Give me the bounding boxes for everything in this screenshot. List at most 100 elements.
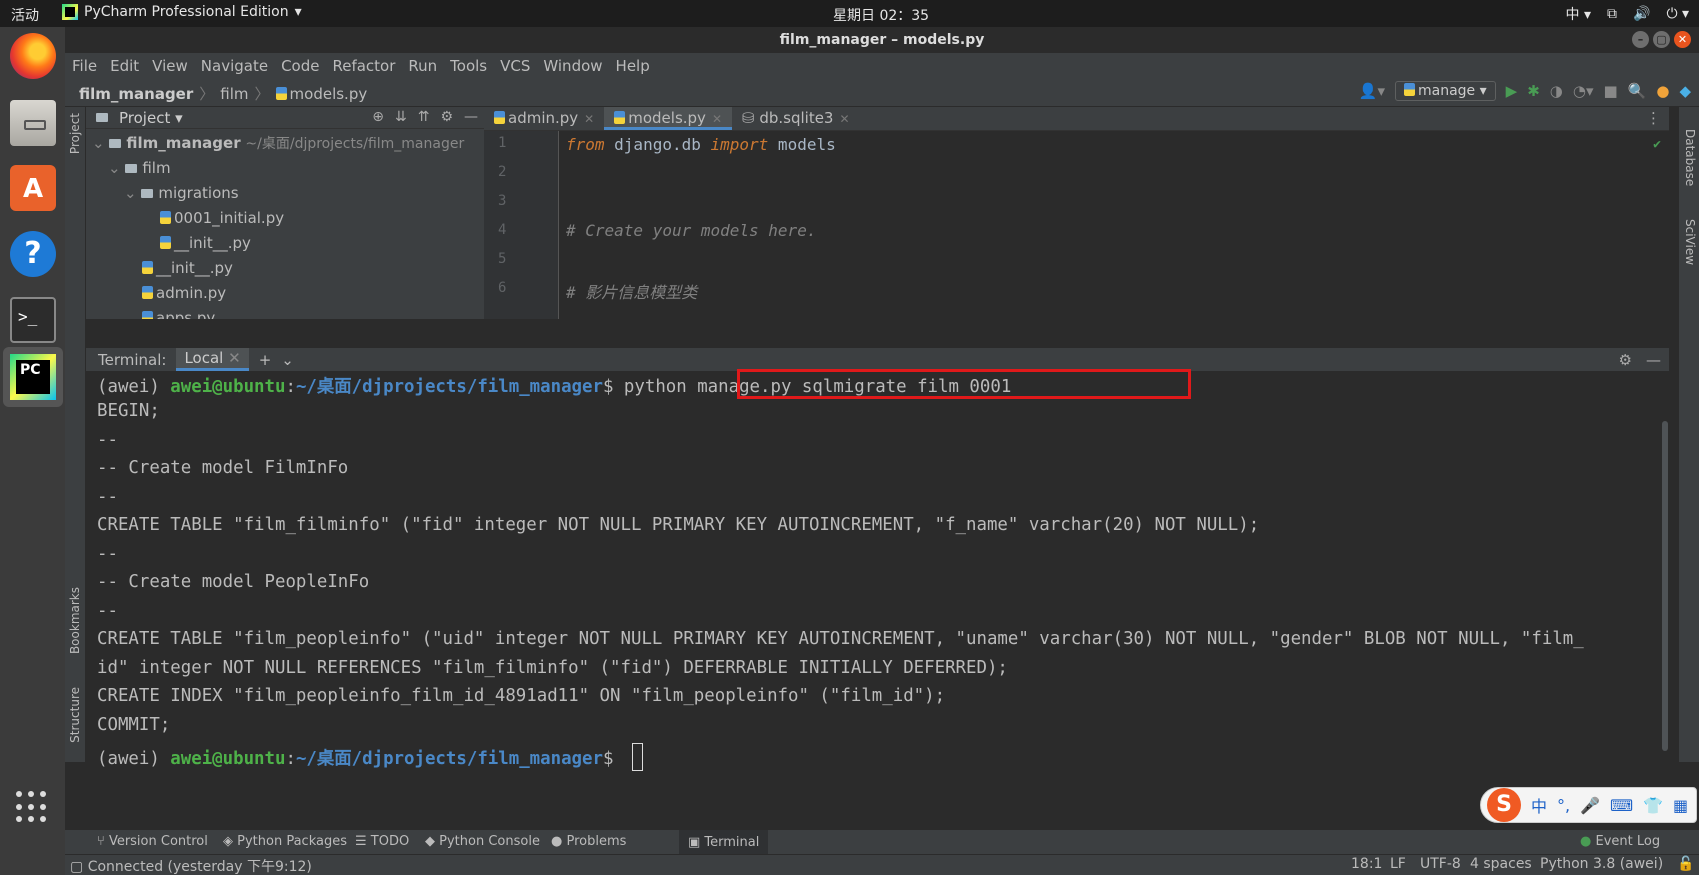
code-editor[interactable]: 1 2 3 4 5 6 from django.db import models…	[484, 131, 1669, 319]
maximize-icon[interactable]: ▢	[1653, 31, 1670, 48]
sciview-tool-button[interactable]: SciView	[1683, 219, 1697, 265]
chevron-down-icon[interactable]: ⌄	[281, 351, 294, 369]
coverage-icon[interactable]: ◑	[1550, 82, 1563, 100]
menu-view[interactable]: View	[152, 57, 188, 75]
collapse-all-icon[interactable]: ⇈	[418, 109, 430, 125]
gear-icon[interactable]: ⚙	[440, 109, 453, 125]
search-icon[interactable]: 🔍	[1628, 82, 1647, 100]
bookmarks-tool-button[interactable]: Bookmarks	[68, 587, 82, 654]
close-tab-icon[interactable]: ✕	[584, 112, 594, 126]
system-clock[interactable]: 星期日 02：35	[833, 5, 929, 25]
app-menu[interactable]: PyCharm Professional Edition ▾	[62, 4, 302, 20]
close-tab-icon[interactable]: ✕	[839, 112, 849, 126]
connection-status[interactable]: ▢ Connected (yesterday 下午9:12)	[70, 856, 312, 875]
tree-item-root[interactable]: ⌄ film_manager ~/桌面/djprojects/film_mana…	[92, 131, 464, 155]
terminal-scrollbar[interactable]	[1661, 401, 1669, 761]
indent-setting[interactable]: 4 spaces	[1470, 856, 1532, 872]
menu-vcs[interactable]: VCS	[500, 57, 530, 75]
tool-todo[interactable]: ☰ TODO	[355, 834, 409, 849]
tree-item-apps[interactable]: apps.py	[142, 306, 215, 319]
microphone-icon[interactable]: 🎤	[1580, 796, 1600, 815]
menu-run[interactable]: Run	[408, 57, 437, 75]
new-session-icon[interactable]: +	[259, 351, 272, 369]
activities-button[interactable]: 活动	[11, 5, 39, 25]
tool-python-console[interactable]: ◆ Python Console	[425, 834, 540, 849]
plugins-icon[interactable]: ◆	[1679, 82, 1691, 100]
project-view-select[interactable]: Project ▾	[119, 109, 183, 127]
network-icon[interactable]: ⧉	[1607, 6, 1617, 22]
menu-window[interactable]: Window	[543, 57, 602, 75]
expand-all-icon[interactable]: ⇊	[395, 109, 407, 125]
tab-db-sqlite3[interactable]: ⛁ db.sqlite3 ✕	[732, 107, 860, 130]
menu-help[interactable]: Help	[616, 57, 650, 75]
menu-file[interactable]: File	[72, 57, 97, 75]
grid-icon[interactable]: ▦	[1673, 796, 1688, 815]
tree-item-film-init[interactable]: __init__.py	[142, 256, 233, 280]
run-icon[interactable]: ▶	[1506, 82, 1518, 100]
breadcrumb-file[interactable]: models.py	[275, 85, 367, 103]
software-store-icon[interactable]: A	[10, 165, 56, 211]
tab-terminal-local[interactable]: Local ✕	[176, 348, 249, 371]
close-tab-icon[interactable]: ✕	[228, 349, 241, 367]
run-configuration-select[interactable]: manage ▾	[1394, 81, 1496, 101]
tree-item-film[interactable]: ⌄ film	[108, 156, 171, 180]
files-icon[interactable]	[10, 100, 56, 146]
update-icon[interactable]: ●	[1656, 82, 1669, 100]
firefox-icon[interactable]	[10, 33, 56, 79]
breadcrumb-folder[interactable]: film	[220, 85, 248, 103]
show-applications-icon[interactable]	[16, 791, 48, 823]
menu-navigate[interactable]: Navigate	[201, 57, 268, 75]
breadcrumb-project[interactable]: film_manager	[79, 85, 193, 103]
tool-event-log[interactable]: ● Event Log	[1580, 834, 1660, 849]
tree-item-0001-initial[interactable]: 0001_initial.py	[160, 206, 284, 230]
caret-position[interactable]: 18:1	[1351, 856, 1382, 872]
ime-indicator[interactable]: 中 ▾	[1566, 4, 1591, 24]
profile-icon[interactable]: ◔▾	[1573, 82, 1594, 100]
inspection-ok-icon[interactable]: ✔	[1653, 137, 1661, 152]
terminal-app-icon[interactable]: >_	[10, 297, 56, 343]
lock-icon[interactable]: 🔓	[1677, 856, 1694, 872]
terminal-output[interactable]: (awei) awei@ubuntu:~/桌面/djprojects/film_…	[86, 369, 1669, 771]
pycharm-app-icon[interactable]: PC	[3, 347, 63, 407]
minimize-icon[interactable]: –	[1632, 31, 1649, 48]
menu-edit[interactable]: Edit	[110, 57, 139, 75]
tree-item-migrations[interactable]: ⌄ migrations	[124, 181, 239, 205]
python-interpreter[interactable]: Python 3.8 (awei)	[1540, 856, 1663, 872]
menu-refactor[interactable]: Refactor	[332, 57, 395, 75]
keyboard-icon[interactable]: ⌨	[1610, 796, 1633, 815]
structure-tool-button[interactable]: Structure	[68, 687, 82, 743]
tool-terminal[interactable]: ▣ Terminal	[679, 830, 769, 855]
debug-icon[interactable]: ✱	[1527, 82, 1540, 100]
ime-language-toggle[interactable]: 中	[1531, 793, 1547, 817]
menu-code[interactable]: Code	[281, 57, 319, 75]
tool-python-packages[interactable]: ◈ Python Packages	[223, 834, 347, 849]
hide-icon[interactable]: —	[1646, 351, 1661, 369]
tab-options-icon[interactable]: ⋮	[1646, 109, 1661, 127]
ime-punctuation-toggle[interactable]: °,	[1557, 796, 1570, 815]
tool-problems[interactable]: ● Problems	[551, 834, 626, 849]
file-encoding[interactable]: UTF-8	[1420, 856, 1461, 872]
stop-icon[interactable]: ■	[1603, 82, 1617, 100]
help-icon[interactable]: ?	[10, 231, 56, 277]
tab-models-py[interactable]: models.py ✕	[604, 107, 732, 130]
gear-icon[interactable]: ⚙	[1619, 351, 1632, 369]
line-separator[interactable]: LF	[1390, 856, 1406, 872]
editor-gutter: 1 2 3 4 5 6	[484, 131, 559, 319]
tree-item-migrations-init[interactable]: __init__.py	[160, 231, 251, 255]
hide-icon[interactable]: —	[464, 109, 478, 125]
tool-version-control[interactable]: ⑂ Version Control	[97, 834, 208, 849]
skin-icon[interactable]: 👕	[1643, 796, 1663, 815]
database-tool-button[interactable]: Database	[1683, 129, 1697, 186]
user-icon[interactable]: 👤▾	[1359, 82, 1385, 100]
sogou-logo[interactable]: S	[1487, 788, 1521, 822]
tree-item-admin[interactable]: admin.py	[142, 281, 226, 305]
close-icon[interactable]: ✕	[1674, 31, 1691, 48]
power-icon[interactable]: ⏻ ▾	[1666, 6, 1689, 22]
ime-toolbar[interactable]: S 中 °, 🎤 ⌨ 👕 ▦	[1480, 787, 1697, 823]
volume-icon[interactable]: 🔊	[1633, 6, 1650, 22]
locate-icon[interactable]: ⊕	[372, 109, 384, 125]
menu-tools[interactable]: Tools	[450, 57, 487, 75]
tab-admin-py[interactable]: admin.py ✕	[484, 107, 604, 130]
close-tab-icon[interactable]: ✕	[712, 112, 722, 126]
project-tool-button[interactable]: Project	[68, 113, 82, 154]
